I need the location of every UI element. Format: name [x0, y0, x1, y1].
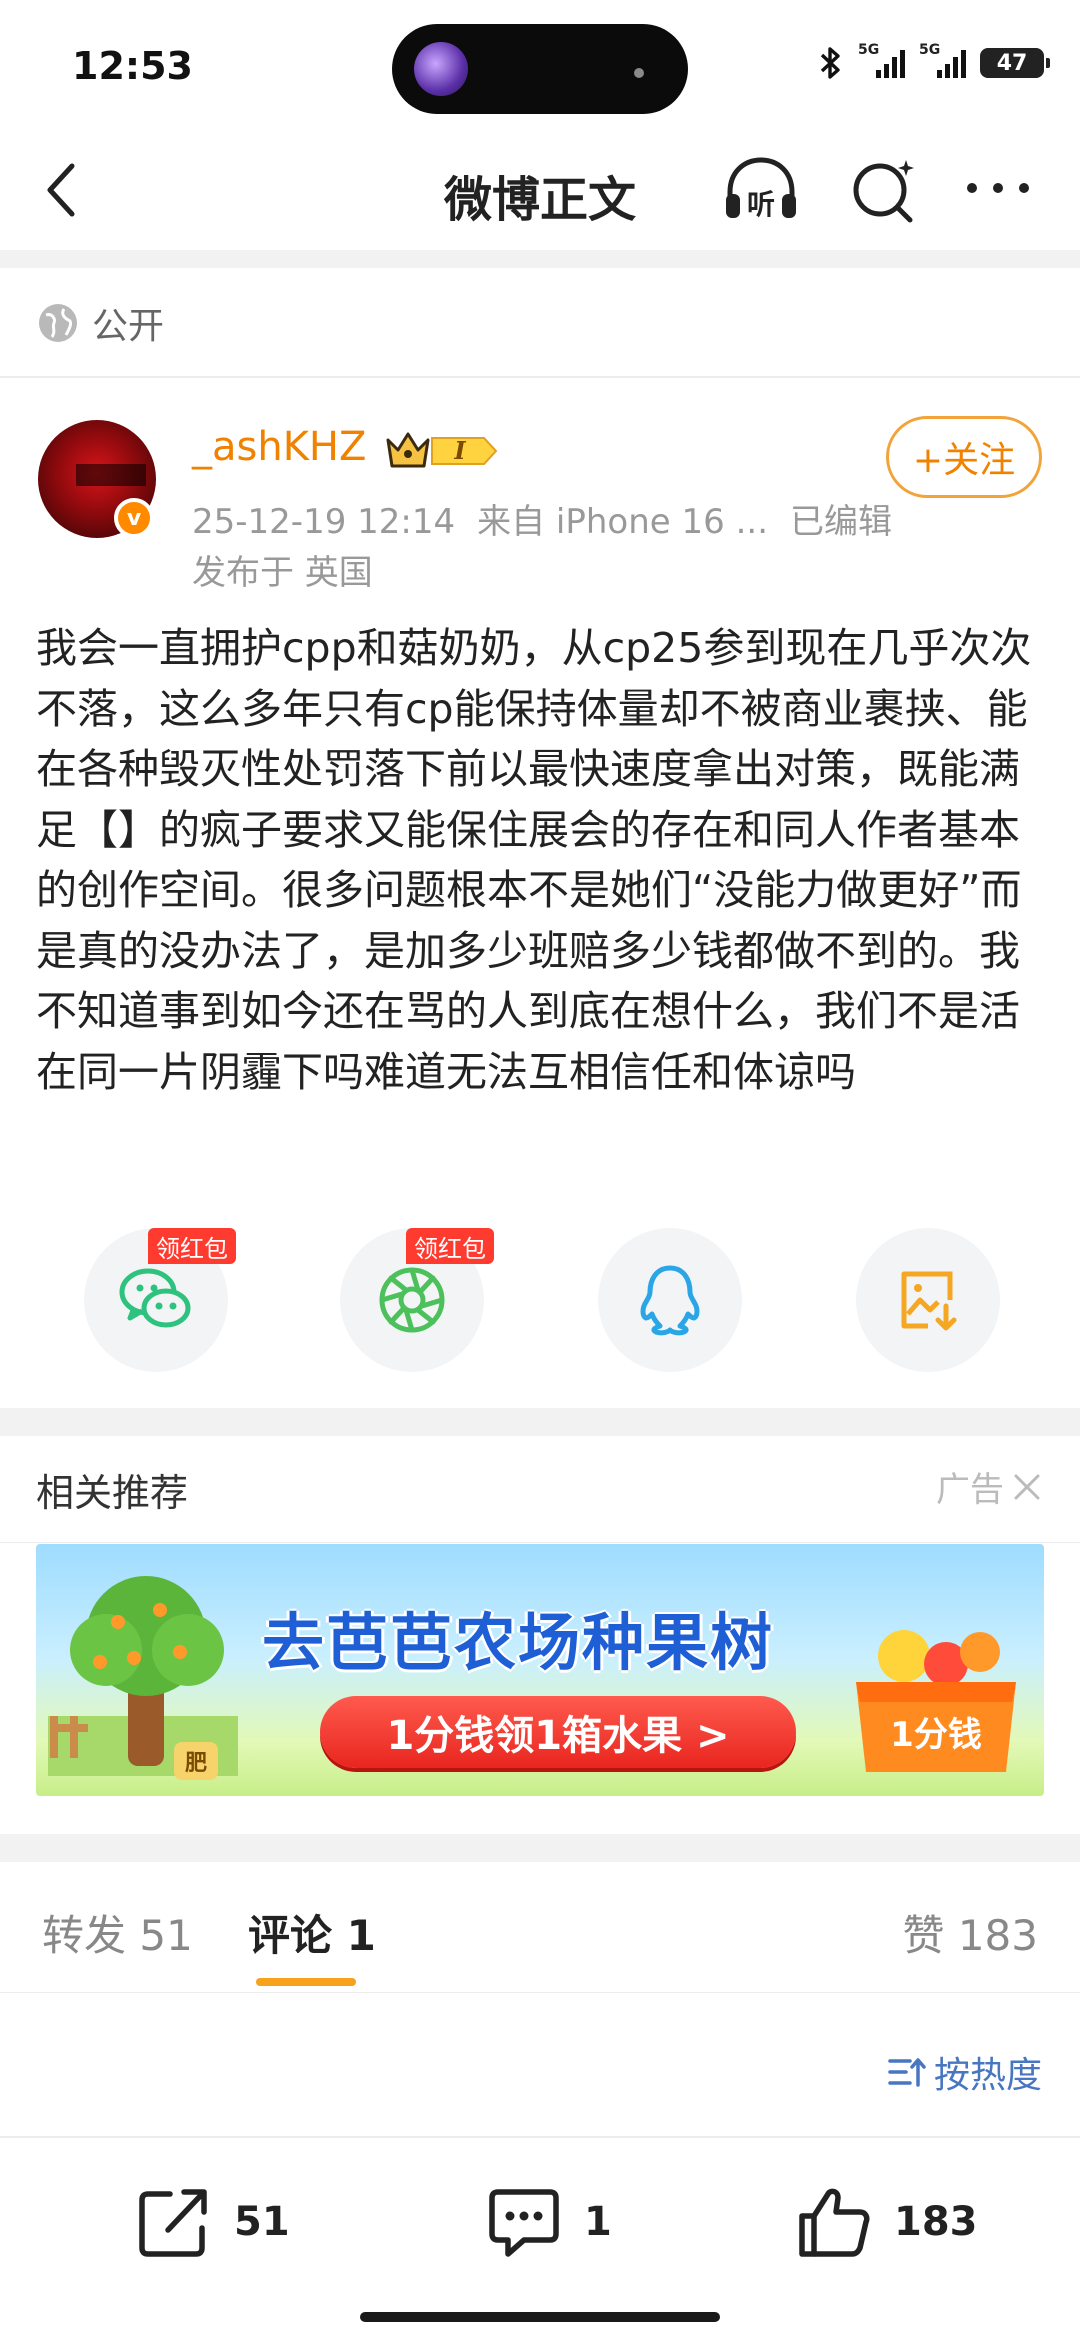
detail-tabs: 转发 51 评论 1 赞 183: [0, 1862, 1080, 1992]
thumbs-up-icon: [799, 2188, 870, 2257]
banner-cta-button[interactable]: 1分钱领1箱水果 >: [320, 1696, 796, 1768]
ad-close-button[interactable]: 广告: [936, 1462, 1042, 1511]
red-packet-tag: 领红包: [406, 1228, 494, 1264]
ad-banner[interactable]: 肥 去芭芭农场种果树 1分钱领1箱水果 > 1分钱: [36, 1544, 1044, 1796]
wechat-icon: [119, 1268, 191, 1328]
comment-count: 1: [584, 2199, 612, 2245]
island-dot: [634, 68, 644, 78]
divider: [0, 1542, 1080, 1543]
moments-icon: [379, 1267, 445, 1333]
status-icons: 5G 5G 47: [818, 42, 1050, 80]
banner-title: 去芭芭农场种果树: [262, 1606, 775, 1679]
signal-label-1: 5G: [858, 42, 880, 58]
signal-label-2: 5G: [919, 42, 941, 58]
repost-button[interactable]: 51: [134, 2182, 290, 2262]
sort-by-hot-button[interactable]: 按热度: [888, 2046, 1042, 2098]
home-indicator: [360, 2312, 720, 2322]
signal-icon-1: 5G: [858, 42, 905, 78]
globe-icon: [39, 304, 77, 342]
section-gap: [0, 1834, 1080, 1862]
comment-button[interactable]: 1: [484, 2182, 612, 2262]
signal-icon-2: 5G: [919, 42, 966, 78]
nav-bar: 微博正文 听: [0, 130, 1080, 250]
listen-label: 听: [747, 188, 775, 221]
visibility-row: 公开: [0, 268, 1080, 378]
fruit-tree-illustration: 肥: [48, 1576, 238, 1780]
headphones-listen-icon[interactable]: 听: [718, 148, 804, 234]
like-button[interactable]: 183: [794, 2182, 978, 2262]
sort-icon: [888, 2058, 926, 2087]
post-source: 来自 iPhone 16 ...: [477, 502, 769, 542]
search-icon[interactable]: [844, 150, 924, 230]
repost-icon: [139, 2189, 207, 2257]
bluetooth-icon: [820, 47, 840, 79]
more-icon[interactable]: [958, 158, 1038, 218]
red-packet-tag: 领红包: [148, 1228, 236, 1264]
battery-icon: 47: [980, 48, 1050, 78]
edited-label[interactable]: 已编辑: [790, 502, 892, 542]
fruit-crate-illustration: 1分钱: [856, 1630, 1016, 1772]
level-badge-text: I: [453, 436, 466, 465]
ad-label: 广告: [936, 1470, 1004, 1510]
divider: [0, 1992, 1080, 1993]
follow-button[interactable]: +关注: [886, 416, 1042, 498]
divider: [0, 376, 1080, 378]
island-avatar: [414, 42, 468, 96]
tab-like[interactable]: 赞 183: [902, 1902, 1038, 1963]
section-gap: [0, 250, 1080, 268]
post-body: 我会一直拥护cpp和菇奶奶，从cp25参到现在几乎次次不落，这么多年只有cp能保…: [36, 624, 1032, 1096]
comment-icon: [489, 2189, 559, 2257]
post-meta: 25-12-19 12:14 来自 iPhone 16 ... 已编辑: [192, 494, 892, 543]
author-name[interactable]: _ashKHZ: [192, 424, 366, 470]
tab-active-indicator: [256, 1978, 356, 1986]
related-title: 相关推荐: [36, 1471, 189, 1515]
sort-label: 按热度: [933, 2055, 1042, 2096]
status-bar: 12:53 5G 5G 47: [0, 0, 1080, 130]
section-gap: [0, 1408, 1080, 1436]
crown-level-badge-icon[interactable]: I: [384, 426, 500, 476]
save-image-icon: [901, 1271, 957, 1331]
banner-tree-tag: 肥: [185, 1751, 207, 1776]
post-location: 发布于 英国: [192, 553, 373, 593]
close-icon: [1014, 1474, 1040, 1499]
verified-badge: v: [114, 498, 154, 538]
save-image-button[interactable]: [856, 1228, 1000, 1372]
post-datetime: 25-12-19 12:14: [192, 502, 456, 542]
visibility-label: 公开: [92, 306, 165, 347]
like-count: 183: [894, 2199, 978, 2245]
status-time: 12:53: [72, 44, 193, 88]
banner-price: 1分钱: [890, 1715, 982, 1755]
dynamic-island: [392, 24, 688, 114]
repost-count: 51: [234, 2199, 290, 2245]
qq-icon: [640, 1265, 700, 1336]
tab-forward[interactable]: 转发 51: [42, 1902, 193, 1963]
tab-comment[interactable]: 评论 1: [248, 1902, 376, 1963]
share-qq-button[interactable]: [598, 1228, 742, 1372]
